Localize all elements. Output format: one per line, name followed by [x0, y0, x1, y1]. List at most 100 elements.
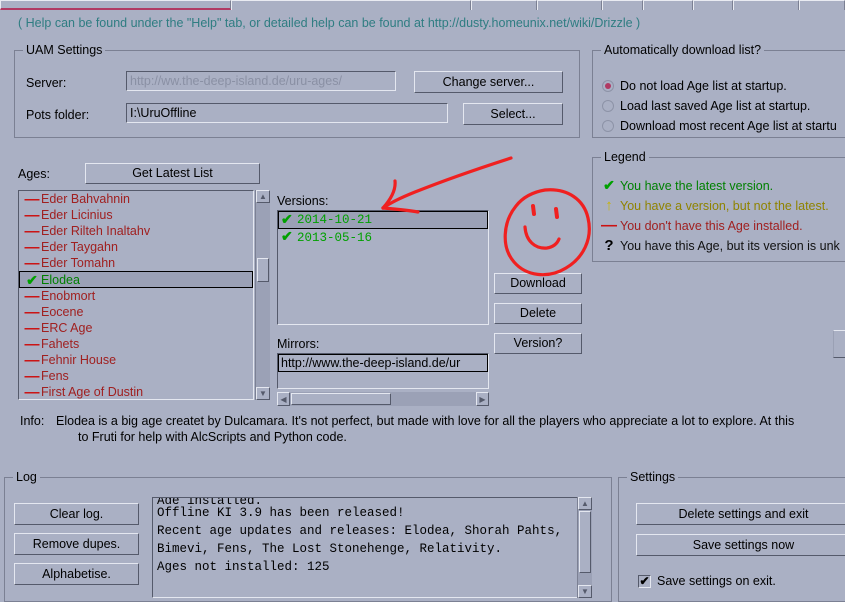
- age-name: Eder Bahvahnin: [41, 192, 130, 206]
- age-list-item[interactable]: — Eder Bahvahnin: [19, 191, 253, 207]
- version-list-item[interactable]: ✔ 2013-05-16: [278, 229, 488, 246]
- version-button[interactable]: Version?: [494, 333, 582, 354]
- age-name: Eocene: [41, 305, 84, 319]
- save-on-exit-checkbox-row[interactable]: ✔ Save settings on exit.: [638, 574, 776, 588]
- delete-button[interactable]: Delete: [494, 303, 582, 324]
- radio-option-download-recent[interactable]: Download most recent Age list at startu: [602, 119, 837, 133]
- alphabetise-button[interactable]: Alphabetise.: [14, 563, 139, 585]
- age-name: Fens: [41, 369, 69, 383]
- tab-3[interactable]: [471, 0, 537, 10]
- remove-dupes-button[interactable]: Remove dupes.: [14, 533, 139, 555]
- legend-label-latest: You have the latest version.: [620, 178, 774, 193]
- tab-8[interactable]: [733, 0, 799, 10]
- version-list-item[interactable]: ✔ 2014-10-21: [278, 211, 488, 229]
- missing-status-icon: —: [24, 287, 40, 305]
- age-name: Eder Taygahn: [41, 240, 118, 254]
- mirrors-listbox[interactable]: http://www.the-deep-island.de/ur: [277, 353, 489, 389]
- age-list-item[interactable]: — Fahets: [19, 336, 253, 352]
- age-list-item[interactable]: — First Age of Dustin: [19, 384, 253, 400]
- up-arrow-icon: ↑: [605, 197, 613, 214]
- download-button[interactable]: Download: [494, 273, 582, 294]
- tab-6[interactable]: [642, 0, 693, 10]
- ages-vertical-scrollbar[interactable]: ▲ ▼: [255, 190, 270, 400]
- missing-status-icon: —: [24, 206, 40, 224]
- age-list-item[interactable]: — Enobmort: [19, 288, 253, 304]
- age-list-item[interactable]: — Fehnir House: [19, 352, 253, 368]
- age-name: Eder Licinius: [41, 208, 113, 222]
- latest-status-icon: ✔: [26, 271, 38, 288]
- info-text-line1: Elodea is a big age createt by Dulcamara…: [56, 414, 795, 428]
- ages-scroll-thumb[interactable]: [257, 258, 269, 282]
- scroll-left-icon[interactable]: ◀: [277, 392, 290, 406]
- change-server-button[interactable]: Change server...: [414, 71, 563, 93]
- log-textarea[interactable]: Age installed.Offline KI 3.9 has been re…: [152, 497, 592, 598]
- log-title: Log: [13, 470, 40, 484]
- age-name: Enobmort: [41, 289, 96, 303]
- radio-option-load-saved[interactable]: Load last saved Age list at startup.: [602, 99, 810, 113]
- radio-option-no-load[interactable]: Do not load Age list at startup.: [602, 79, 787, 93]
- log-scroll-down-icon[interactable]: ▼: [578, 585, 592, 598]
- legend-scrollbar-fragment[interactable]: [833, 330, 845, 358]
- age-name: First Age of Dustin: [41, 385, 144, 399]
- save-on-exit-label: Save settings on exit.: [657, 574, 776, 588]
- radio-label-load-saved: Load last saved Age list at startup.: [620, 99, 811, 113]
- missing-status-icon: —: [24, 319, 40, 337]
- log-line: Bimevi, Fens, The Lost Stonehenge, Relat…: [157, 542, 503, 556]
- legend-label-unknown: You have this Age, but its version is un…: [620, 238, 840, 253]
- missing-status-icon: —: [24, 254, 40, 272]
- legend-row-missing: — You don't have this Age installed.: [598, 217, 803, 235]
- log-vertical-scrollbar[interactable]: ▲ ▼: [577, 497, 592, 598]
- missing-status-icon: —: [24, 303, 40, 321]
- mirrors-horizontal-scrollbar[interactable]: ◀ ▶: [277, 392, 489, 406]
- server-input[interactable]: http://ww.the-deep-island.de/uru-ages/: [126, 71, 396, 91]
- scroll-up-icon[interactable]: ▲: [256, 190, 270, 203]
- age-list-item[interactable]: — Eocene: [19, 304, 253, 320]
- version-date: 2014-10-21: [297, 213, 373, 227]
- tab-5[interactable]: [602, 0, 643, 10]
- tab-4[interactable]: [536, 0, 603, 10]
- age-list-item[interactable]: — Eder Licinius: [19, 207, 253, 223]
- age-list-item[interactable]: — Eder Rilteh Inaltahv: [19, 223, 253, 239]
- mirrors-scroll-thumb[interactable]: [291, 393, 391, 405]
- arrow-annotation: [381, 156, 513, 214]
- age-list-item[interactable]: ✔ Elodea: [19, 271, 253, 288]
- radio-label-no-load: Do not load Age list at startup.: [620, 79, 787, 93]
- tab-2[interactable]: [230, 0, 472, 10]
- select-folder-button[interactable]: Select...: [463, 103, 563, 125]
- legend-row-unknown: ? You have this Age, but its version is …: [598, 237, 840, 254]
- save-settings-now-button[interactable]: Save settings now: [636, 534, 845, 556]
- tab-7[interactable]: [692, 0, 734, 10]
- clear-log-button[interactable]: Clear log.: [14, 503, 139, 525]
- age-list-item[interactable]: — ERC Age: [19, 320, 253, 336]
- age-name: Fehnir House: [41, 353, 117, 367]
- age-list-item[interactable]: — Eder Tomahn: [19, 255, 253, 271]
- log-scroll-up-icon[interactable]: ▲: [578, 497, 592, 510]
- missing-status-icon: —: [24, 238, 40, 256]
- get-latest-list-button[interactable]: Get Latest List: [85, 163, 260, 184]
- radio-indicator-load-saved: [602, 100, 614, 112]
- info-label: Info:: [20, 414, 45, 428]
- pots-folder-input[interactable]: I:\UruOffline: [126, 103, 448, 123]
- server-label: Server:: [26, 76, 67, 90]
- log-scroll-thumb[interactable]: [579, 511, 591, 573]
- check-icon: ✔: [281, 230, 293, 246]
- check-icon: ✔: [281, 212, 293, 229]
- ages-listbox[interactable]: — Eder Bahvahnin — Eder Licinius — Eder Rilte…: [18, 190, 254, 400]
- versions-listbox[interactable]: ✔ 2014-10-21 ✔ 2013-05-16: [277, 210, 489, 325]
- scroll-down-icon[interactable]: ▼: [256, 387, 270, 400]
- radio-indicator-no-load: [602, 80, 614, 92]
- age-list-item[interactable]: — Eder Taygahn: [19, 239, 253, 255]
- tab-9[interactable]: [798, 0, 845, 10]
- versions-label: Versions:: [277, 194, 329, 208]
- tab-1[interactable]: [0, 0, 231, 10]
- delete-settings-and-exit-button[interactable]: Delete settings and exit: [636, 503, 845, 525]
- mirror-list-item[interactable]: http://www.the-deep-island.de/ur: [278, 354, 488, 372]
- age-name: ERC Age: [41, 321, 93, 335]
- age-name: Fahets: [41, 337, 80, 351]
- scroll-right-icon[interactable]: ▶: [476, 392, 489, 406]
- checkbox-icon: ✔: [638, 573, 651, 588]
- missing-status-icon: —: [24, 335, 40, 353]
- age-list-item[interactable]: — Fens: [19, 368, 253, 384]
- ages-label: Ages:: [18, 167, 50, 181]
- settings-title: Settings: [627, 470, 679, 484]
